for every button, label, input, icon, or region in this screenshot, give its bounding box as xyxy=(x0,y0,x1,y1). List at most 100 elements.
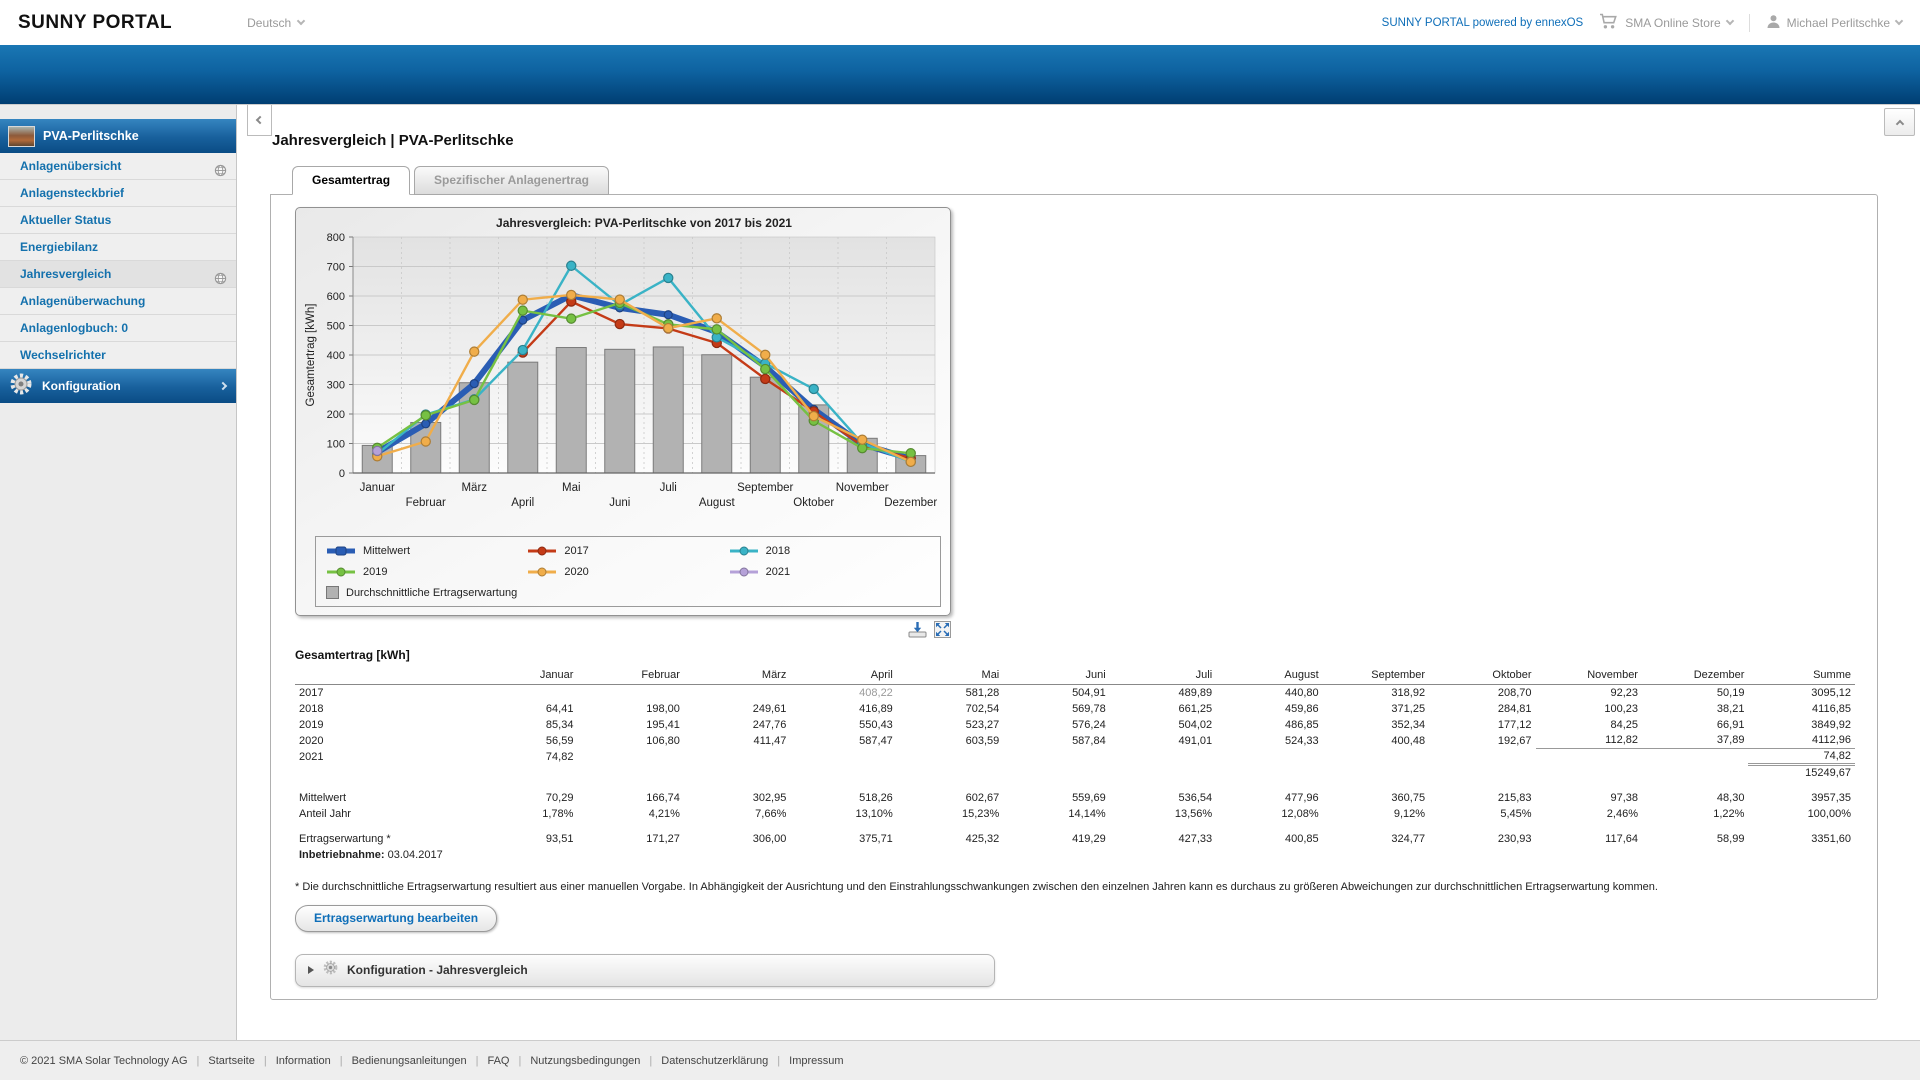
cell: 284,81 xyxy=(1429,701,1535,717)
cell: 416,89 xyxy=(790,701,896,717)
page-content: Jahresvergleich | PVA-Perlitschke Gesamt… xyxy=(270,132,1878,1000)
cell: 400,48 xyxy=(1323,733,1429,749)
cell: 419,29 xyxy=(1003,831,1109,847)
cell: 9,12% xyxy=(1323,806,1429,822)
commissioning-cell: Inbetriebnahme: 03.04.2017 xyxy=(295,847,1855,863)
scroll-top-button[interactable] xyxy=(1884,108,1915,136)
sidebar-collapse-button[interactable] xyxy=(247,105,272,136)
cell xyxy=(790,765,896,781)
sidebar-item-konfiguration[interactable]: Konfiguration xyxy=(0,369,236,403)
footer-link-startseite[interactable]: Startseite xyxy=(208,1055,254,1067)
svg-text:April: April xyxy=(511,497,534,509)
triangle-right-icon xyxy=(308,966,314,974)
cell: 230,93 xyxy=(1429,831,1535,847)
cell: 518,26 xyxy=(790,790,896,806)
cell: 491,01 xyxy=(1110,733,1216,749)
svg-text:Oktober: Oktober xyxy=(793,497,834,509)
cell: 702,54 xyxy=(897,701,1003,717)
legend-item-2021: 2021 xyxy=(729,561,930,582)
legend-item-durchschnittliche-ertragserwartung: Durchschnittliche Ertragserwartung xyxy=(326,582,930,603)
footer-link-information[interactable]: Information xyxy=(276,1055,331,1067)
powered-by-link[interactable]: SUNNY PORTAL powered by ennexOS xyxy=(1382,17,1584,29)
online-store-link[interactable]: SMA Online Store xyxy=(1599,13,1732,33)
chevron-up-icon xyxy=(1895,120,1903,128)
cell: 208,70 xyxy=(1429,685,1535,701)
cell: Mittelwert xyxy=(295,790,471,806)
table-row: Anteil Jahr1,78%4,21%7,66%13,10%15,23%14… xyxy=(295,806,1855,822)
footer-link-faq[interactable]: FAQ xyxy=(487,1055,509,1067)
cell: 536,54 xyxy=(1110,790,1216,806)
column-header: Juni xyxy=(1003,667,1109,685)
footer-separator: | xyxy=(476,1055,479,1067)
cell: 408,22 xyxy=(790,685,896,701)
sidebar-item-jahresvergleich[interactable]: Jahresvergleich xyxy=(0,261,236,288)
cell: 587,84 xyxy=(1003,733,1109,749)
sidebar-item-anlagensteckbrief[interactable]: Anlagensteckbrief xyxy=(0,180,236,207)
gear-icon xyxy=(322,959,339,981)
cell: 486,85 xyxy=(1216,717,1322,733)
footer-link-datenschutzerklarung[interactable]: Datenschutzerklärung xyxy=(661,1055,768,1067)
column-header: März xyxy=(684,667,790,685)
column-header: April xyxy=(790,667,896,685)
cell: 4,21% xyxy=(577,806,683,822)
cell: 400,85 xyxy=(1216,831,1322,847)
table-row: 201864,41198,00249,61416,89702,54569,786… xyxy=(295,701,1855,717)
cell: 523,27 xyxy=(897,717,1003,733)
sidebar-plant-header[interactable]: PVA-Perlitschke xyxy=(0,119,236,153)
cell: 477,96 xyxy=(1216,790,1322,806)
cell: 524,33 xyxy=(1216,733,1322,749)
spacer-row xyxy=(295,822,1855,831)
footer-link-bedienungsanleitungen[interactable]: Bedienungsanleitungen xyxy=(352,1055,467,1067)
sidebar-item-anlagenuberwachung[interactable]: Anlagenüberwachung xyxy=(0,288,236,315)
footer-link-impressum[interactable]: Impressum xyxy=(789,1055,843,1067)
svg-text:Juli: Juli xyxy=(660,482,677,494)
sidebar-items: Anlagenübersicht Anlagensteckbrief Aktuell… xyxy=(0,153,236,369)
download-icon[interactable] xyxy=(908,621,927,638)
cell xyxy=(1429,765,1535,781)
svg-text:200: 200 xyxy=(327,409,345,421)
sidebar-item-anlagenubersicht[interactable]: Anlagenübersicht xyxy=(0,153,236,180)
sidebar-item-label: Anlagensteckbrief xyxy=(20,186,124,200)
expand-icon[interactable] xyxy=(934,621,951,638)
footer-separator: | xyxy=(649,1055,652,1067)
footer-separator: | xyxy=(518,1055,521,1067)
cell: 56,59 xyxy=(471,733,577,749)
chevron-down-icon xyxy=(297,17,305,25)
cell xyxy=(577,765,683,781)
sidebar-item-aktueller-status[interactable]: Aktueller Status xyxy=(0,207,236,234)
plant-name: PVA-Perlitschke xyxy=(43,129,139,143)
cell: 38,21 xyxy=(1642,701,1748,717)
cell: 50,19 xyxy=(1642,685,1748,701)
chart-svg: 0100200300400500600700800Jahresvergleich… xyxy=(301,213,945,529)
cell: 15249,67 xyxy=(1748,765,1855,781)
sidebar-item-energiebilanz[interactable]: Energiebilanz xyxy=(0,234,236,261)
cell: 603,59 xyxy=(897,733,1003,749)
cell: 2017 xyxy=(295,685,471,701)
svg-text:Februar: Februar xyxy=(406,497,446,509)
footer-link-nutzungsbedingungen[interactable]: Nutzungsbedingungen xyxy=(530,1055,640,1067)
sidebar-item-anlagenlogbuch-0[interactable]: Anlagenlogbuch: 0 xyxy=(0,315,236,342)
language-selector[interactable]: Deutsch xyxy=(247,16,304,30)
cell: 192,67 xyxy=(1429,733,1535,749)
cell: 352,34 xyxy=(1323,717,1429,733)
cell: 581,28 xyxy=(897,685,1003,701)
user-menu[interactable]: Michael Perlitschke xyxy=(1749,14,1902,32)
cell: 3849,92 xyxy=(1748,717,1855,733)
tab-gesamtertrag[interactable]: Gesamtertrag xyxy=(292,166,410,195)
cell xyxy=(897,749,1003,765)
edit-expectation-button[interactable]: Ertragserwartung bearbeiten xyxy=(295,905,497,932)
cell: 576,24 xyxy=(1003,717,1109,733)
cell: 58,99 xyxy=(1642,831,1748,847)
footnote: * Die durchschnittliche Ertragserwartung… xyxy=(295,881,1840,893)
column-header: November xyxy=(1536,667,1642,685)
footer-separator: | xyxy=(777,1055,780,1067)
tab-spezifischer-anlagenertrag[interactable]: Spezifischer Anlagenertrag xyxy=(414,166,609,195)
cell: 302,95 xyxy=(684,790,790,806)
cell xyxy=(1110,765,1216,781)
copyright: © 2021 SMA Solar Technology AG xyxy=(20,1055,188,1067)
sidebar-item-wechselrichter[interactable]: Wechselrichter xyxy=(0,342,236,369)
cell: 4116,85 xyxy=(1748,701,1855,717)
cell: 171,27 xyxy=(577,831,683,847)
svg-text:März: März xyxy=(461,482,487,494)
config-accordion[interactable]: Konfiguration - Jahresvergleich xyxy=(295,954,995,987)
